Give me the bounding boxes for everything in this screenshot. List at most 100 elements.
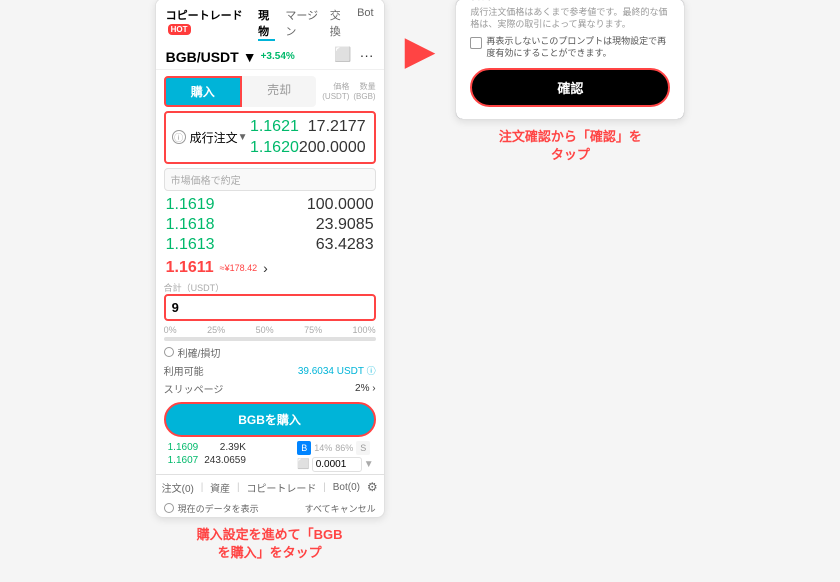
total-row: 合計（USDT）	[164, 281, 376, 321]
tp-sl-label: 利確/損切	[178, 345, 221, 360]
modal-checkbox-label: 再表示しないこのプロンプトは現物設定で再度有効にすることができます。	[486, 36, 670, 59]
ob-qty-0: 17.2177	[308, 118, 366, 136]
ob-sell-row-0: 1.1619 100.0000	[164, 195, 376, 215]
modal-box: 注文確認 × BGB/USDT ・ 購入 注文タイプ 成行注文 合計 9 USD…	[456, 0, 684, 119]
available-value: 39.6034 USDT ⓘ	[298, 364, 376, 377]
info-icon: ⓘ	[172, 130, 186, 144]
show-data-row: 現在のデータを表示 すべてキャンセル	[156, 500, 384, 517]
left-caption: 購入設定を進めて「BGBを購入」をタップ	[197, 526, 343, 562]
copy-trade-tab-bottom[interactable]: コピートレード	[246, 480, 316, 495]
pair-name: BGB/USDT	[166, 49, 239, 65]
tp-sl-row: 利確/損切	[164, 345, 376, 360]
modal-total-row: 合計 9 USDT	[470, 0, 670, 3]
tp-sl-radio[interactable]	[164, 347, 174, 357]
modal-checkbox-row: 再表示しないこのプロンプトは現物設定で再度有効にすることができます。	[470, 36, 670, 59]
current-price-row: 1.1611 ≈¥178.42 ›	[164, 257, 376, 279]
candlestick-icon[interactable]: ⬜	[334, 46, 351, 63]
settings-icon[interactable]: ⚙	[367, 480, 378, 494]
ob-sell-row-2: 1.1613 63.4283	[164, 235, 376, 255]
slider-label-3: 75%	[304, 325, 322, 335]
arrow-section: ▶	[405, 0, 436, 74]
buy-tab[interactable]: 購入	[164, 76, 242, 107]
bgb-col-header: (BGB)	[353, 92, 375, 101]
info-icon-2: ⓘ	[367, 366, 376, 376]
slider-label-1: 25%	[207, 325, 225, 335]
slider-row[interactable]: 0% 25% 50% 75% 100%	[164, 325, 376, 341]
ob-bottom-row-1: 1.1607 243.0659	[166, 454, 248, 467]
right-section: 1.1609 225.8324 1.1606 33.3210 1.1603 ≈¥…	[455, 0, 685, 164]
sell-tab[interactable]: 売却	[242, 76, 316, 107]
bot-tab[interactable]: Bot(0)	[333, 482, 360, 493]
left-phone-panel: コピートレード HOT 現物 マージン 交換 Bot BGB/USDT ▼ +3…	[155, 0, 385, 518]
available-label: 利用可能	[164, 363, 204, 378]
order-type-label: 成行注文	[190, 129, 238, 146]
modal-total-label: 合計	[470, 0, 492, 3]
pair-title: BGB/USDT ▼ +3.54%	[166, 49, 295, 65]
right-phone-panel: 1.1609 225.8324 1.1606 33.3210 1.1603 ≈¥…	[455, 0, 685, 120]
chevron-down-icon: ▼	[238, 132, 248, 143]
pair-icons: ⬜ ···	[334, 46, 373, 63]
panel-header: コピートレード HOT 現物 マージン 交換 Bot BGB/USDT ▼ +3…	[156, 0, 384, 70]
sell-indicator: S	[356, 441, 370, 455]
right-caption: 注文確認から「確認」をタップ	[499, 128, 642, 164]
small-input[interactable]	[312, 457, 362, 472]
hot-badge: HOT	[168, 24, 191, 35]
buy-sell-row: 購入 売却 価格 (USDT) 数量 (BGB)	[164, 76, 376, 107]
arrow-right-icon: ›	[263, 260, 268, 276]
ob-row-1: 1.1620 200.0000	[248, 138, 368, 158]
total-input[interactable]	[164, 294, 376, 321]
slippage-label: スリッページ	[164, 381, 224, 396]
nav-bot[interactable]: Bot	[357, 7, 374, 41]
nav-margin[interactable]: マージン	[285, 7, 319, 41]
cancel-all-button[interactable]: すべてキャンセル	[305, 502, 376, 515]
available-row: 利用可能 39.6034 USDT ⓘ	[164, 363, 376, 378]
slippage-value: 2% ›	[355, 383, 376, 394]
pair-change: +3.54%	[261, 51, 295, 62]
slider-labels: 0% 25% 50% 75% 100%	[164, 325, 376, 335]
ob-qty-1: 200.0000	[299, 139, 366, 157]
left-section: コピートレード HOT 現物 マージン 交換 Bot BGB/USDT ▼ +3…	[155, 0, 385, 562]
assets-tab[interactable]: 資産	[210, 480, 230, 495]
more-icon[interactable]: ···	[360, 47, 374, 63]
right-arrow-icon: ▶	[405, 28, 436, 74]
ob-bottom-row-0: 1.1609 2.39K	[166, 441, 248, 454]
market-price-label: 市場価格で約定	[164, 168, 376, 191]
slider-label-4: 100%	[353, 325, 376, 335]
nav-copy-trade[interactable]: コピートレード HOT	[166, 7, 248, 41]
current-price: 1.1611	[166, 259, 214, 277]
copy-trade-label: コピートレード	[166, 10, 243, 22]
nav-spot[interactable]: 現物	[258, 7, 275, 41]
show-data-radio[interactable]	[164, 503, 174, 513]
modal-checkbox[interactable]	[470, 37, 482, 49]
bottom-nav: 注文(0) | 資産 | コピートレード | Bot(0) ⚙	[156, 474, 384, 500]
confirm-button[interactable]: 確認	[470, 68, 670, 107]
small-chevron-icon: ▼	[364, 459, 374, 470]
ob-bottom-section-2: B 14% 86% S ⬜ ▼	[297, 441, 373, 472]
order-type-row[interactable]: ⓘ 成行注文 ▼ 1.1621 17.2177 1.1620 200.0000	[164, 111, 376, 164]
current-data-label: 現在のデータを表示	[178, 502, 259, 515]
current-price-jpy: ≈¥178.42	[220, 263, 257, 273]
usdt-col-header: (USDT)	[322, 92, 349, 101]
ob-price-1: 1.1620	[250, 139, 299, 157]
ob-sell-row-1: 1.1618 23.9085	[164, 215, 376, 235]
nav-tabs: コピートレード HOT 現物 マージン 交換 Bot	[166, 7, 374, 41]
ob-price-0: 1.1621	[250, 118, 299, 136]
slider-bar[interactable]	[164, 337, 376, 341]
buy-indicator: B	[297, 441, 311, 455]
slider-label-0: 0%	[164, 325, 177, 335]
modal-total-value: 9 USDT	[631, 0, 670, 3]
sell-pct: 86%	[335, 443, 353, 453]
order-icon: ⬜	[297, 459, 309, 470]
chevron-slip-icon: ›	[372, 383, 375, 394]
buy-pct: 14%	[314, 443, 332, 453]
ob-row-0: 1.1621 17.2177	[248, 117, 368, 137]
qty-col-header: 数量	[360, 81, 376, 92]
order-section: 購入 売却 価格 (USDT) 数量 (BGB) ⓘ 成行注文 ▼	[156, 76, 384, 472]
slider-label-2: 50%	[256, 325, 274, 335]
ob-bottom-section: 1.1609 2.39K 1.1607 243.0659	[166, 441, 248, 472]
orders-tab[interactable]: 注文(0)	[162, 480, 194, 495]
total-label: 合計（USDT）	[164, 281, 376, 294]
nav-exchange[interactable]: 交換	[330, 7, 347, 41]
price-col-header: 価格	[333, 81, 349, 92]
bgb-buy-button[interactable]: BGBを購入	[164, 402, 376, 437]
